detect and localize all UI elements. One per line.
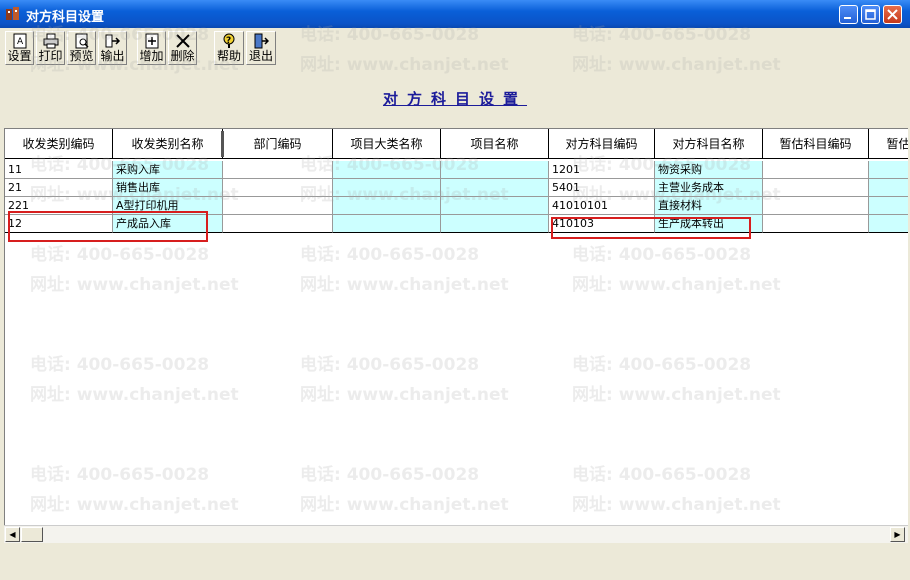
table-cell[interactable]: 物资采购 [655, 161, 763, 179]
table-cell[interactable] [441, 179, 549, 197]
table-cell[interactable] [333, 197, 441, 215]
table-cell[interactable] [763, 215, 869, 233]
table-cell[interactable] [763, 161, 869, 179]
close-icon [887, 9, 898, 20]
exit-label: 退出 [248, 49, 273, 63]
column-header[interactable]: 项目大类名称 [333, 129, 441, 159]
table-cell[interactable]: 采购入库 [113, 161, 223, 179]
maximize-button[interactable] [861, 5, 880, 24]
highlight-box [551, 217, 751, 239]
table-cell[interactable] [869, 197, 908, 215]
page-heading: 对方科目设置 [382, 90, 527, 108]
scroll-left-button[interactable]: ◀ [5, 527, 20, 542]
help-icon: ? [223, 33, 235, 48]
table-cell[interactable]: 主营业务成本 [655, 179, 763, 197]
column-header[interactable]: 对方科目编码 [549, 129, 655, 159]
table-cell[interactable] [333, 215, 441, 233]
exit-button[interactable]: 退出 [246, 31, 276, 65]
table-cell[interactable] [223, 179, 333, 197]
settings-icon: A [13, 33, 26, 49]
column-header[interactable]: 部门编码 [223, 129, 333, 159]
table-cell[interactable]: 直接材料 [655, 197, 763, 215]
maximize-icon [865, 9, 876, 20]
table-cell[interactable] [223, 197, 333, 215]
table-cell[interactable]: 销售出库 [113, 179, 223, 197]
delete-label: 删除 [170, 49, 195, 63]
table-cell[interactable] [223, 215, 333, 233]
delete-icon [175, 34, 190, 48]
minimize-button[interactable] [839, 5, 858, 24]
app-icon [6, 7, 19, 20]
table-cell[interactable] [869, 179, 908, 197]
column-divider [221, 131, 224, 157]
close-button[interactable] [883, 5, 902, 24]
add-button[interactable]: 增加 [137, 31, 166, 65]
svg-text:A: A [17, 37, 24, 47]
preview-icon [75, 33, 89, 49]
table-cell[interactable] [441, 197, 549, 215]
highlight-box [8, 211, 208, 242]
table-cell[interactable] [869, 215, 908, 233]
column-header[interactable]: 项目名称 [441, 129, 549, 159]
settings-label: 设置 [7, 49, 32, 63]
export-button[interactable]: 输出 [98, 31, 127, 65]
table-cell[interactable] [223, 161, 333, 179]
add-label: 增加 [139, 49, 164, 63]
table-cell[interactable]: 41010101 [549, 197, 655, 215]
window-title: 对方科目设置 [26, 10, 105, 25]
print-icon [43, 33, 58, 49]
scroll-right-button[interactable]: ▶ [890, 527, 905, 542]
print-label: 打印 [38, 49, 63, 63]
help-label: 帮助 [216, 49, 241, 63]
column-header[interactable]: 收发类别编码 [5, 129, 113, 159]
table-cell[interactable]: 1201 [549, 161, 655, 179]
minimize-icon [844, 17, 851, 19]
table-cell[interactable]: 5401 [549, 179, 655, 197]
table-cell[interactable] [869, 161, 908, 179]
table-cell[interactable] [763, 179, 869, 197]
export-icon [105, 34, 120, 48]
column-header[interactable]: 对方科目名称 [655, 129, 763, 159]
print-button[interactable]: 打印 [36, 31, 65, 65]
table-cell[interactable] [333, 179, 441, 197]
add-icon [145, 33, 158, 49]
preview-button[interactable]: 预览 [67, 31, 96, 65]
preview-label: 预览 [69, 49, 94, 63]
column-header[interactable]: 收发类别名称 [113, 129, 223, 159]
table-cell[interactable] [333, 161, 441, 179]
scroll-thumb[interactable] [21, 527, 43, 542]
exit-icon [254, 33, 269, 49]
table-cell[interactable] [441, 215, 549, 233]
table-cell[interactable]: 11 [5, 161, 113, 179]
settings-button[interactable]: A 设置 [5, 31, 34, 65]
title-bar: 对方科目设置 [0, 0, 910, 28]
toolbar: A 设置 打印 预览 输出 增加 删除 ? 帮助 退出 [0, 28, 910, 68]
data-grid[interactable]: 收发类别编码 收发类别名称 部门编码 项目大类名称 项目名称 对方科目编码 对方… [4, 128, 908, 542]
help-button[interactable]: ? 帮助 [214, 31, 244, 65]
table-cell[interactable]: 21 [5, 179, 113, 197]
table-cell[interactable] [441, 161, 549, 179]
horizontal-scrollbar[interactable]: ◀ ▶ [4, 525, 908, 543]
export-label: 输出 [100, 49, 125, 63]
delete-button[interactable]: 删除 [168, 31, 197, 65]
column-header[interactable]: 暂估 [869, 129, 908, 159]
column-header[interactable]: 暂估科目编码 [763, 129, 869, 159]
table-cell[interactable] [763, 197, 869, 215]
